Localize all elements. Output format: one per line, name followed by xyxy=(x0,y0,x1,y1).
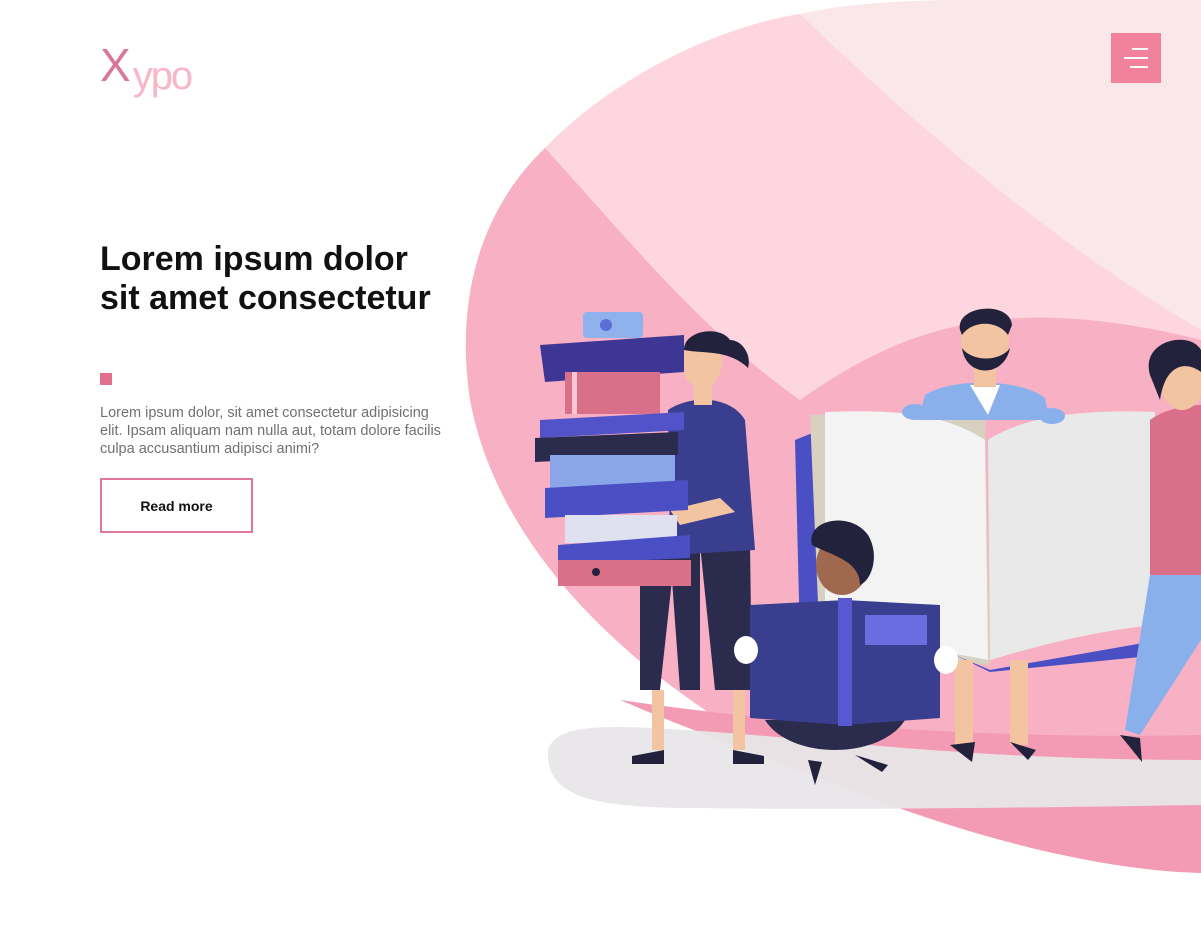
hamburger-line xyxy=(1130,66,1148,68)
hamburger-line xyxy=(1124,57,1148,59)
brand-logo[interactable]: Xypo xyxy=(100,39,193,96)
people-reading-books-illustration xyxy=(535,308,1201,785)
book-stack xyxy=(535,312,691,586)
logo-text: ypo xyxy=(132,54,193,98)
logo-initial: X xyxy=(100,39,131,91)
read-more-button[interactable]: Read more xyxy=(100,478,253,533)
hero-description: Lorem ipsum dolor, sit amet consectetur … xyxy=(100,405,441,457)
menu-button[interactable] xyxy=(1111,33,1161,83)
hero-title: Lorem ipsum dolor sit amet consectetur xyxy=(100,240,431,317)
accent-square xyxy=(100,373,112,385)
hamburger-menu-icon xyxy=(1132,48,1148,50)
